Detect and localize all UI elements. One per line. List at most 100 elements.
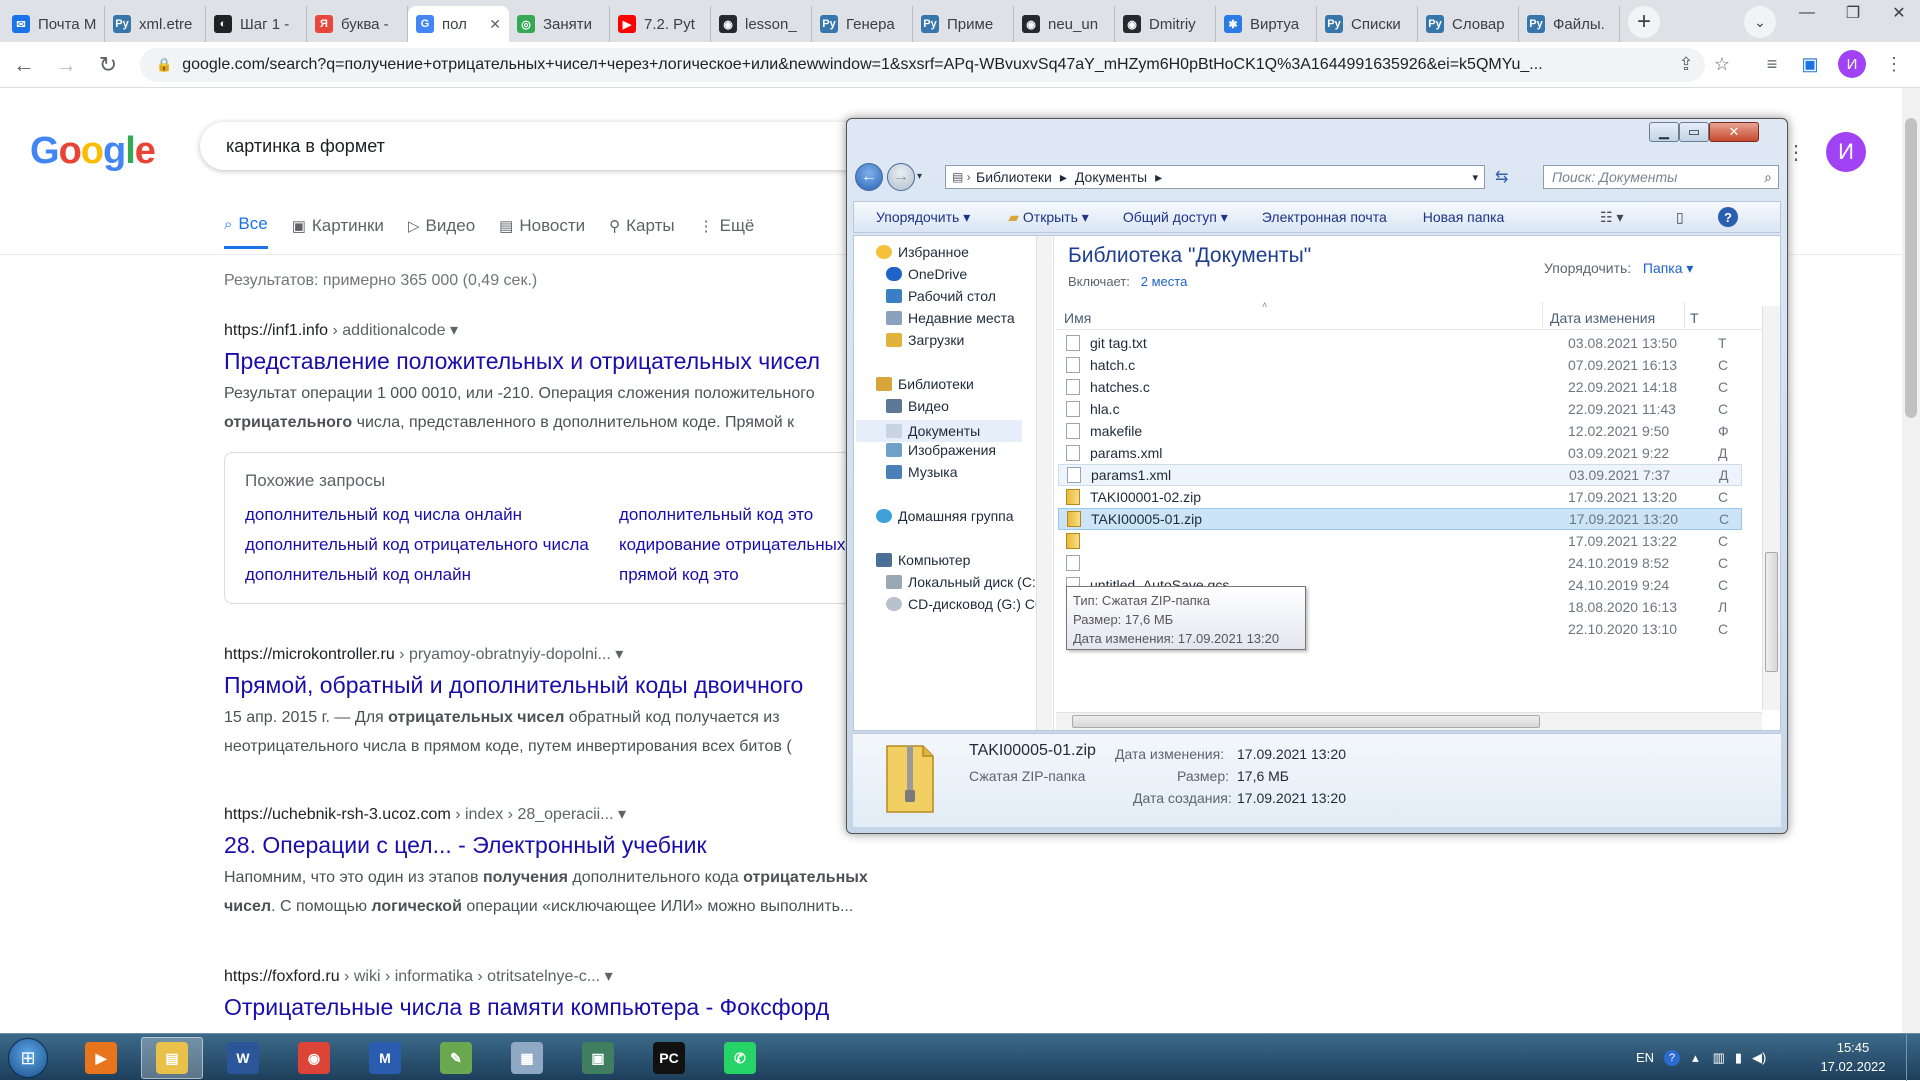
taskbar-app-calculator[interactable]: ▦	[496, 1037, 558, 1079]
result-title-link[interactable]: Представление положительных и отрицатель…	[224, 348, 924, 375]
network-icon[interactable]: ▥	[1713, 1050, 1725, 1066]
nav-onedrive[interactable]: OneDrive	[886, 266, 967, 282]
file-row[interactable]: TAKI00001-02.zip 17.09.2021 13:20 С	[1058, 486, 1742, 508]
browser-tab[interactable]: ◎ Заняти	[509, 6, 610, 42]
scrollbar-thumb[interactable]	[1765, 552, 1778, 672]
arrange-dropdown[interactable]: Папка ▾	[1643, 260, 1694, 276]
nav-desktop[interactable]: Рабочий стол	[886, 288, 996, 304]
browser-tab[interactable]: Py Словар	[1418, 6, 1519, 42]
browser-tab[interactable]: ▶ 7.2. Pyt	[610, 6, 711, 42]
file-row[interactable]: 24.10.2019 8:52 С	[1058, 552, 1742, 574]
search-tab[interactable]: ⚲ Карты	[609, 214, 674, 249]
file-row[interactable]: hatches.c 22.09.2021 14:18 С	[1058, 376, 1742, 398]
apps-menu-icon[interactable]: ⋮	[1786, 140, 1806, 165]
file-row[interactable]: git tag.txt 03.08.2021 13:50 Т	[1058, 332, 1742, 354]
refresh-icon[interactable]: ⇆	[1495, 167, 1508, 187]
start-button[interactable]: ⊞	[8, 1038, 48, 1078]
browser-tab[interactable]: ◉ Dmitriy	[1115, 6, 1216, 42]
nav-homegroup[interactable]: Домашняя группа	[876, 508, 1014, 524]
explorer-back-button[interactable]: ←	[855, 163, 883, 191]
taskbar-app-pycharm[interactable]: PC	[638, 1037, 700, 1079]
reload-button[interactable]: ↻	[90, 47, 126, 83]
file-row[interactable]: params.xml 03.09.2021 9:22 Д	[1058, 442, 1742, 464]
column-name[interactable]: Имя	[1064, 310, 1091, 326]
tab-search-button[interactable]: ⌄	[1744, 6, 1776, 38]
browser-tab[interactable]: ✉ Почта М	[4, 6, 105, 42]
taskbar-app-word[interactable]: W	[212, 1037, 274, 1079]
page-scrollbar[interactable]	[1902, 88, 1920, 1033]
browser-tab[interactable]: Py Файлы.	[1519, 6, 1620, 42]
browser-tab[interactable]: Py Приме	[913, 6, 1014, 42]
nav-drive-g[interactable]: CD-дисковод (G:) CC	[886, 596, 1045, 612]
search-tab[interactable]: ⌕ Все	[224, 214, 268, 249]
result-title-link[interactable]: Прямой, обратный и дополнительный коды д…	[224, 672, 924, 699]
column-date-modified[interactable]: Дата изменения	[1550, 310, 1655, 326]
browser-tab[interactable]: Py xml.etre	[105, 6, 206, 42]
nav-pictures[interactable]: Изображения	[886, 442, 996, 458]
google-account-avatar[interactable]: И	[1826, 132, 1866, 172]
scrollbar-thumb[interactable]	[1905, 118, 1917, 418]
maximize-button[interactable]: ❐	[1830, 0, 1876, 26]
taskbar-app-app-green[interactable]: ✎	[425, 1037, 487, 1079]
column-divider[interactable]	[1542, 302, 1543, 328]
nav-drive-c[interactable]: Локальный диск (C:	[886, 574, 1036, 590]
search-input[interactable]: картинка в формет	[200, 122, 892, 170]
side-panel-icon[interactable]: ▣	[1796, 50, 1824, 78]
browser-tab[interactable]: Py Генера	[812, 6, 913, 42]
explorer-close-button[interactable]: ✕	[1709, 122, 1759, 142]
taskbar-app-explorer[interactable]: ▤	[141, 1037, 203, 1079]
file-row[interactable]: hla.c 22.09.2021 11:43 С	[1058, 398, 1742, 420]
share-icon[interactable]: ⇪	[1672, 50, 1700, 78]
back-button[interactable]: ←	[6, 47, 42, 83]
file-row[interactable]: 17.09.2021 13:22 С	[1058, 530, 1742, 552]
result-cite[interactable]: https://microkontroller.ru › pryamoy-obr…	[224, 644, 924, 664]
search-tab[interactable]: ▷ Видео	[408, 214, 475, 249]
recent-pages-icon[interactable]: ▾	[917, 171, 922, 182]
new-folder-button[interactable]: Новая папка	[1423, 209, 1505, 225]
taskbar-app-whatsapp[interactable]: ✆	[709, 1037, 771, 1079]
taskbar-app-app-window[interactable]: ▣	[567, 1037, 629, 1079]
email-button[interactable]: Электронная почта	[1262, 209, 1387, 225]
help-tray-icon[interactable]: ?	[1664, 1049, 1681, 1066]
preview-pane-icon[interactable]: ▯	[1676, 209, 1684, 226]
browser-tab[interactable]: ◉ neu_un	[1014, 6, 1115, 42]
file-list-vscroll[interactable]	[1762, 306, 1780, 710]
volume-icon[interactable]: ◀)	[1752, 1050, 1766, 1066]
browser-tab[interactable]: ✱ Виртуа	[1216, 6, 1317, 42]
search-tab[interactable]: ⋮ Ещё	[699, 214, 755, 249]
nav-video[interactable]: Видео	[886, 398, 949, 414]
file-row[interactable]: makefile 12.02.2021 9:50 Ф	[1058, 420, 1742, 442]
open-button[interactable]: ▰ Открыть ▾	[1008, 209, 1089, 226]
taskbar-app-media-player[interactable]: ▶	[70, 1037, 132, 1079]
address-dropdown-icon[interactable]: ▾	[1472, 171, 1478, 184]
reading-list-icon[interactable]: ≡	[1758, 50, 1786, 78]
browser-tab[interactable]: Ябуква -	[307, 6, 408, 42]
show-desktop-button[interactable]	[1906, 1034, 1920, 1081]
minimize-button[interactable]: —	[1784, 0, 1830, 26]
result-title-link[interactable]: Отрицательные числа в памяти компьютера …	[224, 994, 924, 1021]
related-query-link[interactable]: прямой код это	[619, 565, 739, 585]
nav-recent-places[interactable]: Недавние места	[886, 310, 1015, 326]
related-query-link[interactable]: дополнительный код онлайн	[245, 565, 471, 585]
related-query-link[interactable]: дополнительный код числа онлайн	[245, 505, 522, 525]
more-options-icon[interactable]: ▾	[605, 968, 613, 985]
nav-favorites[interactable]: Избранное	[876, 244, 969, 260]
file-row[interactable]: TAKI00005-01.zip 17.09.2021 13:20 С	[1058, 508, 1742, 530]
related-query-link[interactable]: кодирование отрицательных	[619, 535, 845, 555]
result-cite[interactable]: https://foxford.ru › wiki › informatika …	[224, 966, 924, 986]
taskbar-clock[interactable]: 15:45 17.02.2022	[1818, 1038, 1888, 1076]
browser-tab[interactable]: Py Списки	[1317, 6, 1418, 42]
result-cite[interactable]: https://inf1.info › additionalcode ▾	[224, 320, 924, 340]
breadcrumb-documents[interactable]: Документы	[1075, 169, 1147, 185]
column-type[interactable]: Т	[1690, 310, 1699, 326]
nav-downloads[interactable]: Загрузки	[886, 332, 964, 348]
nav-libraries[interactable]: Библиотеки	[876, 376, 974, 392]
browser-tab[interactable]: ◉ lesson_	[711, 6, 812, 42]
nav-music[interactable]: Музыка	[886, 464, 958, 480]
view-options-icon[interactable]: ☷ ▾	[1600, 209, 1623, 226]
bookmark-star-icon[interactable]: ☆	[1708, 50, 1736, 78]
new-tab-button[interactable]: +	[1628, 6, 1660, 38]
search-tab[interactable]: ▤ Новости	[499, 214, 585, 249]
browser-tab[interactable]: Gпол ✕	[408, 6, 509, 42]
explorer-maximize-button[interactable]: ▭	[1679, 122, 1709, 142]
